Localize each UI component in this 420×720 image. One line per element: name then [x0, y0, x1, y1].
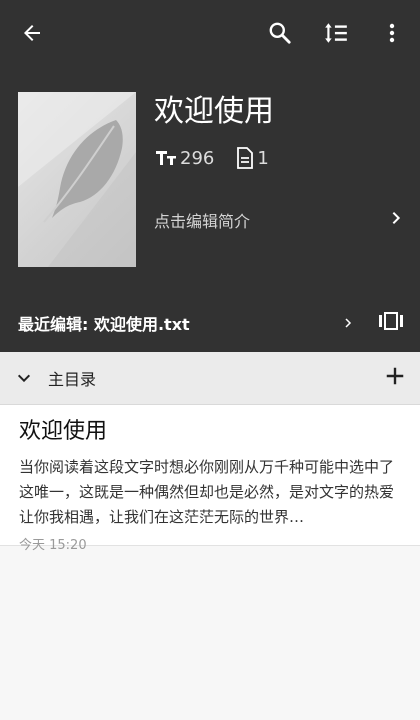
more-vertical-icon [380, 21, 404, 49]
chapter-count: 1 [257, 147, 269, 169]
intro-prompt: 点击编辑简介 [154, 212, 251, 231]
carousel-view-icon [378, 311, 404, 335]
recent-edit-label: 最近编辑: 欢迎使用.txt [18, 315, 190, 334]
chapter-list-item[interactable]: 欢迎使用 当你阅读着这段文字时想必你刚刚从万千种可能中选中了这唯一，这既是一种偶… [0, 405, 420, 553]
arrow-back-icon [20, 21, 44, 49]
search-icon [267, 20, 293, 50]
feather-icon [18, 92, 136, 267]
catalog-title: 主目录 [48, 370, 97, 389]
sort-button[interactable] [318, 17, 354, 53]
search-button[interactable] [262, 17, 298, 53]
recent-edit-row[interactable]: 最近编辑: 欢迎使用.txt [0, 298, 420, 348]
plus-icon [384, 365, 406, 391]
sort-icon [323, 20, 349, 50]
catalog-section-header[interactable]: 主目录 [0, 352, 420, 405]
top-app-bar [0, 0, 420, 70]
book-stats: 296 1 [155, 145, 269, 171]
book-header: 欢迎使用 296 1 点击编辑简介 最近编辑: 欢迎使用.txt [0, 0, 420, 352]
more-options-button[interactable] [374, 17, 410, 53]
chevron-down-icon[interactable] [16, 370, 34, 386]
book-cover[interactable] [18, 92, 136, 267]
page-view-button[interactable] [378, 311, 404, 335]
chapter-title: 欢迎使用 [19, 419, 108, 444]
chapter-timestamp: 今天 15:20 [19, 538, 87, 553]
text-size-icon [155, 149, 177, 167]
document-icon [236, 147, 254, 169]
chevron-right-icon [388, 210, 404, 230]
chevron-right-icon [342, 316, 354, 330]
book-title[interactable]: 欢迎使用 [154, 92, 274, 132]
add-chapter-button[interactable] [384, 365, 406, 391]
word-count: 296 [180, 147, 215, 169]
back-button[interactable] [14, 17, 50, 53]
edit-intro-row[interactable]: 点击编辑简介 [154, 204, 404, 236]
chapter-excerpt: 当你阅读着这段文字时想必你刚刚从万千种可能中选中了这唯一，这既是一种偶然但却也是… [19, 458, 395, 526]
